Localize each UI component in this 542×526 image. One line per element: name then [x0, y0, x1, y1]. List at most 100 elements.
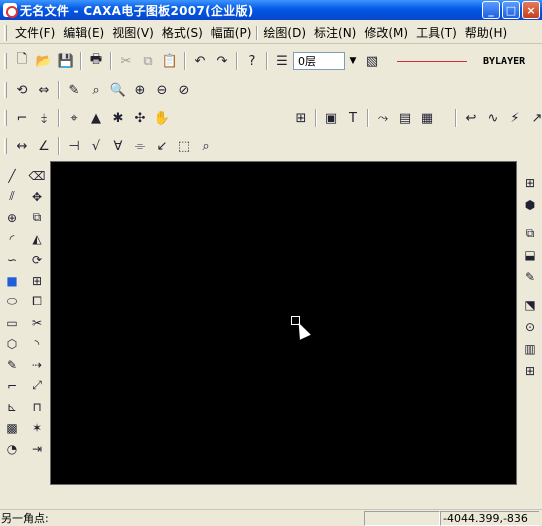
- view-top-icon[interactable]: ⊙: [520, 316, 540, 338]
- drawing-canvas[interactable]: [50, 161, 517, 485]
- linear-dim-icon[interactable]: ↔: [11, 135, 33, 157]
- trim-icon[interactable]: ✂: [27, 312, 47, 333]
- section-icon[interactable]: ⬚: [173, 135, 195, 157]
- zoom-extents-icon[interactable]: ⊘: [173, 79, 195, 101]
- rotate-icon[interactable]: ⟳: [27, 249, 47, 270]
- hand-icon[interactable]: ✋: [151, 107, 173, 129]
- roughness-icon[interactable]: √: [85, 135, 107, 157]
- menu-tools[interactable]: 工具(T): [412, 24, 461, 41]
- hatch-draw-icon[interactable]: ▩: [2, 417, 22, 438]
- undo-icon[interactable]: ↶: [189, 50, 211, 72]
- align-icon[interactable]: ⇥: [27, 438, 47, 459]
- hatch-icon[interactable]: ▲: [85, 107, 107, 129]
- image-icon[interactable]: ▦: [416, 107, 438, 129]
- stretch-icon[interactable]: ⊓: [27, 396, 47, 417]
- zigzag-icon[interactable]: ⚡: [504, 107, 526, 129]
- break-icon[interactable]: ⤢: [27, 375, 47, 396]
- view-side-icon[interactable]: ▥: [520, 338, 540, 360]
- print-icon[interactable]: 🖶: [85, 50, 107, 72]
- detail-view-icon[interactable]: ⌕: [195, 135, 217, 157]
- line-icon[interactable]: ╱: [2, 165, 22, 186]
- extend-icon[interactable]: ⇢: [27, 354, 47, 375]
- zoom-previous-icon[interactable]: ⊖: [151, 79, 173, 101]
- mirror-icon[interactable]: ◭: [27, 228, 47, 249]
- linetype-icon[interactable]: ▧: [361, 50, 383, 72]
- point-snap-icon[interactable]: ⤈: [33, 107, 55, 129]
- move-icon[interactable]: ✥: [27, 186, 47, 207]
- eraser-icon[interactable]: ⌫: [27, 165, 47, 186]
- close-button[interactable]: ×: [522, 1, 540, 19]
- layer-select[interactable]: 0层: [293, 52, 345, 70]
- explode-object-icon[interactable]: ✶: [27, 417, 47, 438]
- leader-icon[interactable]: ↙: [151, 135, 173, 157]
- spline-icon[interactable]: ∽: [2, 249, 22, 270]
- pan-icon[interactable]: ⇔: [33, 79, 55, 101]
- curve-edit-icon[interactable]: ⤳: [372, 107, 394, 129]
- redraw-icon[interactable]: ⟲: [11, 79, 33, 101]
- frame-icon[interactable]: ▣: [320, 107, 342, 129]
- copy-icon[interactable]: ⧉: [137, 50, 159, 72]
- new-file-icon[interactable]: 🗋: [11, 50, 33, 72]
- circle-icon[interactable]: ⊕: [2, 207, 22, 228]
- menu-view[interactable]: 视图(V): [108, 24, 158, 41]
- polygon-icon[interactable]: ⬡: [2, 333, 22, 354]
- linetype-select[interactable]: [387, 52, 477, 70]
- chevron-down-icon[interactable]: ▼: [345, 56, 361, 66]
- parallel-line-icon[interactable]: ⫽: [2, 186, 22, 207]
- lineweight-select[interactable]: BYLAYER: [483, 56, 525, 67]
- save-icon[interactable]: 💾: [55, 50, 77, 72]
- weld-icon[interactable]: ∀: [107, 135, 129, 157]
- text-draw-icon[interactable]: ◔: [2, 438, 22, 459]
- tolerance-icon[interactable]: ⌯: [129, 135, 151, 157]
- block-attr-icon[interactable]: ✎: [520, 266, 540, 288]
- block-explode-icon[interactable]: ⧉: [520, 222, 540, 244]
- equidistant-icon[interactable]: ⌐: [2, 375, 22, 396]
- open-file-icon[interactable]: 📂: [33, 50, 55, 72]
- scale-icon[interactable]: ✣: [129, 107, 151, 129]
- arc-icon[interactable]: ◜: [2, 228, 22, 249]
- block-insert-icon[interactable]: ⬢: [520, 194, 540, 216]
- block-edit-icon[interactable]: ⬓: [520, 244, 540, 266]
- menu-grip[interactable]: [4, 24, 7, 41]
- minimize-button[interactable]: _: [482, 1, 500, 19]
- zoom-dynamic-icon[interactable]: 🔍: [107, 79, 129, 101]
- menu-draw[interactable]: 绘图(D): [259, 24, 310, 41]
- view-iso-icon[interactable]: ⊞: [520, 360, 540, 382]
- block-create-icon[interactable]: ⊞: [520, 172, 540, 194]
- datum-icon[interactable]: ⊣: [63, 135, 85, 157]
- menu-dimension[interactable]: 标注(N): [310, 24, 360, 41]
- polyline-icon[interactable]: ⌐: [11, 107, 33, 129]
- explode-icon[interactable]: ✱: [107, 107, 129, 129]
- block-icon[interactable]: ⊞: [290, 107, 312, 129]
- pencil-icon[interactable]: ✎: [63, 79, 85, 101]
- view-front-icon[interactable]: ⬔: [520, 294, 540, 316]
- app-icon[interactable]: [3, 3, 18, 18]
- arrow-icon[interactable]: ↗: [526, 107, 542, 129]
- paste-icon[interactable]: 📋: [159, 50, 181, 72]
- menu-format[interactable]: 格式(S): [158, 24, 207, 41]
- hook-icon[interactable]: ↩: [460, 107, 482, 129]
- maximize-button[interactable]: □: [502, 1, 520, 19]
- menu-modify[interactable]: 修改(M): [360, 24, 412, 41]
- rectangle-icon[interactable]: ▭: [2, 312, 22, 333]
- copy-object-icon[interactable]: ⧉: [27, 207, 47, 228]
- text-icon[interactable]: T: [342, 107, 364, 129]
- point-icon[interactable]: ■: [2, 270, 22, 291]
- offset-icon[interactable]: ⧠: [27, 291, 47, 312]
- zoom-all-icon[interactable]: ⊕: [129, 79, 151, 101]
- menu-sheet[interactable]: 幅面(P): [207, 24, 256, 41]
- cut-icon[interactable]: ✂: [115, 50, 137, 72]
- menu-edit[interactable]: 编辑(E): [59, 24, 108, 41]
- menu-help[interactable]: 帮助(H): [461, 24, 511, 41]
- polyline-draw-icon[interactable]: ⊾: [2, 396, 22, 417]
- fillet-icon[interactable]: ◝: [27, 333, 47, 354]
- array-icon[interactable]: ⊞: [27, 270, 47, 291]
- menu-file[interactable]: 文件(F): [11, 24, 59, 41]
- ellipse-icon[interactable]: ⬭: [2, 291, 22, 312]
- help-icon[interactable]: ?: [241, 50, 263, 72]
- redo-icon[interactable]: ↷: [211, 50, 233, 72]
- zoom-window-icon[interactable]: ⌕: [85, 79, 107, 101]
- wave-icon[interactable]: ∿: [482, 107, 504, 129]
- match-icon[interactable]: ⌖: [63, 107, 85, 129]
- centerline-icon[interactable]: ✎: [2, 354, 22, 375]
